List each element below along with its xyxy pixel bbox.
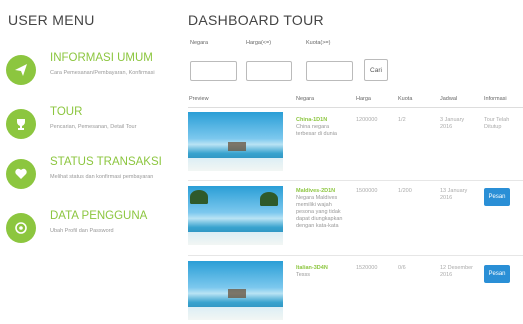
- table-cell-harga: 1520000: [356, 265, 378, 271]
- row-divider: [188, 180, 523, 181]
- row-divider: [188, 255, 523, 256]
- sidebar-title: USER MENU: [8, 12, 95, 28]
- jadwal-date: 13 January: [440, 188, 468, 194]
- jadwal-date: 12 Desember: [440, 265, 474, 271]
- sidebar-item-desc: Pencarian, Pemesanan, Detail Tour: [50, 124, 137, 130]
- kuota-filter-input[interactable]: [306, 61, 353, 81]
- tour-name: Italian-3D4N: [296, 265, 328, 271]
- trophy-icon: [6, 109, 36, 139]
- sidebar-item-label: TOUR: [50, 106, 83, 118]
- sidebar-item-status-transaksi[interactable]: STATUS TRANSAKSI Melihat status dan konf…: [6, 154, 178, 194]
- heart-icon: [6, 159, 36, 189]
- harga-filter-label: Harga(<=): [246, 40, 272, 46]
- table-cell-jadwal: 12 Desember 2016: [440, 265, 473, 279]
- table-cell-kuota: 1/200: [398, 188, 412, 194]
- tour-desc-line: pesona yang tidak: [296, 209, 341, 215]
- tour-desc-line: dapat diungkapkan: [296, 216, 343, 222]
- tour-preview-image: [188, 261, 283, 320]
- table-header-divider: [188, 107, 523, 108]
- column-header-kuota: Kuota: [398, 96, 413, 102]
- sidebar: USER MENU INFORMASI UMUM Cara Pemesanan/…: [0, 0, 180, 324]
- tour-desc-line: Negara Maldives: [296, 195, 338, 201]
- tour-desc-line: Tesss: [296, 272, 311, 278]
- info-line: Tour Telah: [484, 117, 510, 123]
- sidebar-item-desc: Ubah Profil dan Password: [50, 228, 114, 234]
- column-header-negara: Negara: [296, 96, 315, 102]
- send-icon: [6, 55, 36, 85]
- tour-desc-line: dengan kata-kata: [296, 223, 339, 229]
- negara-filter-label: Negara: [190, 40, 209, 46]
- table-cell-negara: Italian-3D4N Tesss: [296, 265, 328, 279]
- tour-name: China-1D1N: [296, 117, 328, 123]
- dashboard-main: DASHBOARD TOUR Negara Harga(<=) Kuota(>=…: [188, 0, 523, 324]
- column-header-jadwal: Jadwal: [440, 96, 458, 102]
- pesan-button[interactable]: Pesan: [484, 265, 510, 283]
- table-cell-harga: 1200000: [356, 117, 378, 123]
- column-header-preview: Preview: [189, 96, 209, 102]
- table-cell-jadwal: 3 January 2016: [440, 117, 464, 131]
- sidebar-item-desc: Melihat status dan konfirmasi pembayaran: [50, 174, 154, 180]
- sidebar-item-desc: Cara Pemesanan/Pembayaran, Konfirmasi: [50, 70, 155, 76]
- table-cell-harga: 1500000: [356, 188, 378, 194]
- table-cell-jadwal: 13 January 2016: [440, 188, 467, 202]
- kuota-filter-label: Kuota(>=): [306, 40, 331, 46]
- search-button[interactable]: Cari: [364, 59, 388, 81]
- tour-preview-image: [188, 112, 283, 171]
- negara-filter-input[interactable]: [190, 61, 237, 81]
- pesan-button[interactable]: Pesan: [484, 188, 510, 206]
- jadwal-year: 2016: [440, 272, 453, 278]
- table-cell-negara: China-1D1N China negara terbesar di duni…: [296, 117, 337, 138]
- tour-desc-line: memiliki wajah: [296, 202, 332, 208]
- tour-desc-line: China negara: [296, 124, 330, 130]
- jadwal-date: 3 January: [440, 117, 465, 123]
- tour-name: Maldives-2D1N: [296, 188, 336, 194]
- sidebar-item-label: INFORMASI UMUM: [50, 52, 153, 64]
- table-cell-informasi: Tour Telah Ditutup: [484, 117, 509, 131]
- table-cell-kuota: 0/6: [398, 265, 406, 271]
- sidebar-item-tour[interactable]: TOUR Pencarian, Pemesanan, Detail Tour: [6, 104, 178, 144]
- tour-desc-line: terbesar di dunia: [296, 131, 337, 137]
- sidebar-item-informasi-umum[interactable]: INFORMASI UMUM Cara Pemesanan/Pembayaran…: [6, 50, 178, 90]
- harga-filter-input[interactable]: [246, 61, 292, 81]
- jadwal-year: 2016: [440, 195, 453, 201]
- sidebar-item-data-pengguna[interactable]: DATA PENGGUNA Ubah Profil dan Password: [6, 208, 178, 248]
- column-header-harga: Harga: [356, 96, 371, 102]
- page-title: DASHBOARD TOUR: [188, 12, 324, 28]
- tour-preview-image: [188, 186, 283, 245]
- user-icon: [6, 213, 36, 243]
- table-cell-kuota: 1/2: [398, 117, 406, 123]
- sidebar-item-label: DATA PENGGUNA: [50, 210, 148, 222]
- sidebar-item-label: STATUS TRANSAKSI: [50, 156, 162, 168]
- info-line: Ditutup: [484, 124, 502, 130]
- jadwal-year: 2016: [440, 124, 453, 130]
- column-header-informasi: Informasi: [484, 96, 507, 102]
- table-cell-negara: Maldives-2D1N Negara Maldives memiliki w…: [296, 188, 342, 230]
